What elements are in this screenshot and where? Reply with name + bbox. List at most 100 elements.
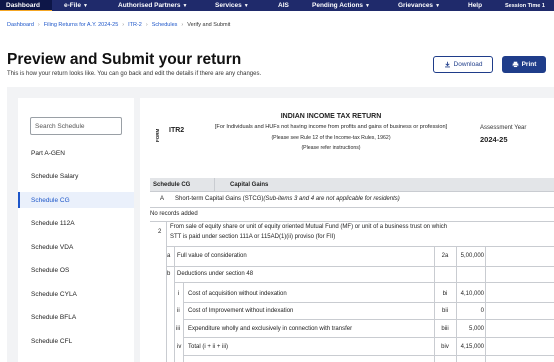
table-row-iv-label: Total (i + ii + iii) xyxy=(188,344,229,350)
sidebar-item-schedule-bfla[interactable]: Schedule BFLA xyxy=(18,309,134,325)
divider xyxy=(166,221,167,362)
table-row-ii-key: ii xyxy=(177,308,180,314)
breadcrumb-verify-submit: Verify and Submit xyxy=(187,22,231,28)
breadcrumb-dashboard[interactable]: Dashboard xyxy=(7,22,34,28)
divider xyxy=(150,221,554,222)
table-row-b-label: Deductions under section 48 xyxy=(177,271,254,277)
return-preview: FORM ITR2 INDIAN INCOME TAX RETURN [For … xyxy=(140,98,554,362)
table-row-i-amount: 4,10,000 xyxy=(460,291,484,297)
return-rule-note: (Please see Rule 12 of the Income-tax Ru… xyxy=(271,135,391,141)
return-description: [For Individuals and HUFs not having inc… xyxy=(214,124,448,130)
nav-efile-label: e-File xyxy=(64,2,81,9)
divider xyxy=(150,191,554,192)
sidebar-item-part-a-gen[interactable]: Part A-GEN xyxy=(18,145,134,161)
nav-grievances[interactable]: Grievances ▼ xyxy=(398,0,440,11)
nav-ais[interactable]: AIS xyxy=(278,0,289,11)
session-timer: Session Time 1 xyxy=(505,0,545,11)
sidebar-item-label: Schedule Salary xyxy=(31,172,79,180)
divider xyxy=(150,207,554,208)
page-title: Preview and Submit your return xyxy=(7,51,242,68)
download-button[interactable]: Download xyxy=(433,56,493,73)
sidebar-item-label: Schedule VDA xyxy=(31,243,74,251)
form-code: ITR2 xyxy=(169,127,185,134)
print-button[interactable]: Print xyxy=(502,56,546,73)
divider xyxy=(174,282,554,283)
nav-pending-actions-label: Pending Actions xyxy=(312,2,364,9)
printer-icon xyxy=(512,61,518,68)
sidebar-item-schedule-112a[interactable]: Schedule 112A xyxy=(18,215,134,231)
chevron-down-icon: ▼ xyxy=(82,2,88,9)
divider xyxy=(183,355,554,356)
download-button-label: Download xyxy=(453,61,483,68)
sidebar-item-schedule-vda[interactable]: Schedule VDA xyxy=(18,239,134,255)
divider xyxy=(183,282,184,362)
breadcrumb-schedules[interactable]: Schedules xyxy=(152,22,178,28)
breadcrumb-itr2[interactable]: ITR-2 xyxy=(128,22,142,28)
assessment-year-value: 2024-25 xyxy=(480,135,508,144)
table-row-iii-amount: 5,000 xyxy=(468,326,484,332)
breadcrumb-separator-icon: › xyxy=(122,22,125,28)
table-row-i-label: Cost of acquisition without indexation xyxy=(188,291,287,297)
download-icon xyxy=(444,61,450,68)
chevron-down-icon: ▼ xyxy=(435,2,441,9)
divider xyxy=(183,302,554,303)
table-row-iii-label: Expenditure wholly and exclusively in co… xyxy=(188,326,353,332)
nav-help-label: Help xyxy=(468,2,483,9)
chevron-down-icon: ▼ xyxy=(365,2,370,9)
nav-help[interactable]: Help xyxy=(468,0,482,11)
sidebar-item-schedule-cfl[interactable]: Schedule CFL xyxy=(18,333,134,349)
table-row-a-key: a xyxy=(167,253,171,259)
table-row-iv-key: iv xyxy=(177,344,182,350)
breadcrumb-separator-icon: › xyxy=(37,22,40,28)
section-a-text: Short-term Capital Gains (STCG) xyxy=(175,196,264,202)
breadcrumb-separator-icon: › xyxy=(145,22,148,28)
top-navigation: Dashboard e-File ▼ Authorised Partners ▼ S… xyxy=(0,0,554,11)
page-subtitle: This is how your return looks like. You … xyxy=(7,71,262,77)
breadcrumb-separator-icon: › xyxy=(181,22,184,28)
schedule-code: Schedule CG xyxy=(153,181,191,188)
schedule-sidebar: Search Schedule Part A-GEN Schedule Sala… xyxy=(18,98,134,362)
section-a-title: Short-term Capital Gains (STCG) (Sub-ite… xyxy=(175,196,400,202)
form-label: FORM xyxy=(155,128,160,142)
table-row-a-label: Full value of consideration xyxy=(177,253,247,259)
return-title: INDIAN INCOME TAX RETURN xyxy=(280,113,382,120)
sidebar-item-schedule-cg[interactable]: Schedule CG xyxy=(18,192,134,208)
table-row-ii-label: Cost of Improvement without indexation xyxy=(188,308,294,314)
breadcrumb-filing-returns[interactable]: Filing Returns for A.Y. 2024-25 xyxy=(44,22,119,28)
no-records-text: No records added xyxy=(150,211,198,217)
item-2-line-1: From sale of equity share or unit of equ… xyxy=(170,224,448,230)
nav-dashboard[interactable]: Dashboard xyxy=(0,0,52,11)
chevron-down-icon: ▼ xyxy=(243,2,249,9)
sidebar-item-schedule-cyla[interactable]: Schedule CYLA xyxy=(18,286,134,302)
table-row-iv-amount: 4,15,000 xyxy=(460,344,484,350)
sidebar-item-label: Schedule CYLA xyxy=(31,290,77,298)
return-instructions-note: (Please refer instructions) xyxy=(301,145,361,151)
divider xyxy=(485,246,486,362)
nav-pending-actions[interactable]: Pending Actions ▼ xyxy=(312,0,370,11)
nav-authorised-partners-label: Authorised Partners xyxy=(118,2,181,9)
nav-efile[interactable]: e-File ▼ xyxy=(64,0,88,11)
table-row-a-amount: 5,00,000 xyxy=(460,253,484,259)
session-timer-label: Session Time 1 xyxy=(505,2,545,9)
section-a-note: (Sub-items 3 and 4 are not applicable fo… xyxy=(263,196,400,202)
sidebar-item-label: Schedule 112A xyxy=(31,219,75,227)
section-a-code: A xyxy=(160,196,165,202)
nav-authorised-partners[interactable]: Authorised Partners ▼ xyxy=(118,0,187,11)
divider xyxy=(214,178,215,191)
table-row-ii-amount: 0 xyxy=(480,308,484,314)
item-2-line-2: STT is paid under section 111A or 115AD(… xyxy=(170,234,336,240)
schedule-name: Capital Gains xyxy=(230,181,269,188)
divider xyxy=(456,246,457,362)
divider xyxy=(174,246,175,362)
sidebar-item-schedule-salary[interactable]: Schedule Salary xyxy=(18,168,134,184)
nav-dashboard-label: Dashboard xyxy=(6,1,40,9)
schedule-header: Schedule CG Capital Gains xyxy=(150,178,554,191)
sidebar-item-label: Schedule CFL xyxy=(31,337,73,345)
divider xyxy=(183,337,554,338)
nav-services[interactable]: Services ▼ xyxy=(215,0,249,11)
sidebar-item-schedule-os[interactable]: Schedule OS xyxy=(18,262,134,278)
table-row-i-key: i xyxy=(178,291,180,297)
schedule-search-input[interactable]: Search Schedule xyxy=(30,117,122,135)
print-button-label: Print xyxy=(521,61,537,68)
breadcrumb: Dashboard › Filing Returns for A.Y. 2024… xyxy=(7,22,230,28)
